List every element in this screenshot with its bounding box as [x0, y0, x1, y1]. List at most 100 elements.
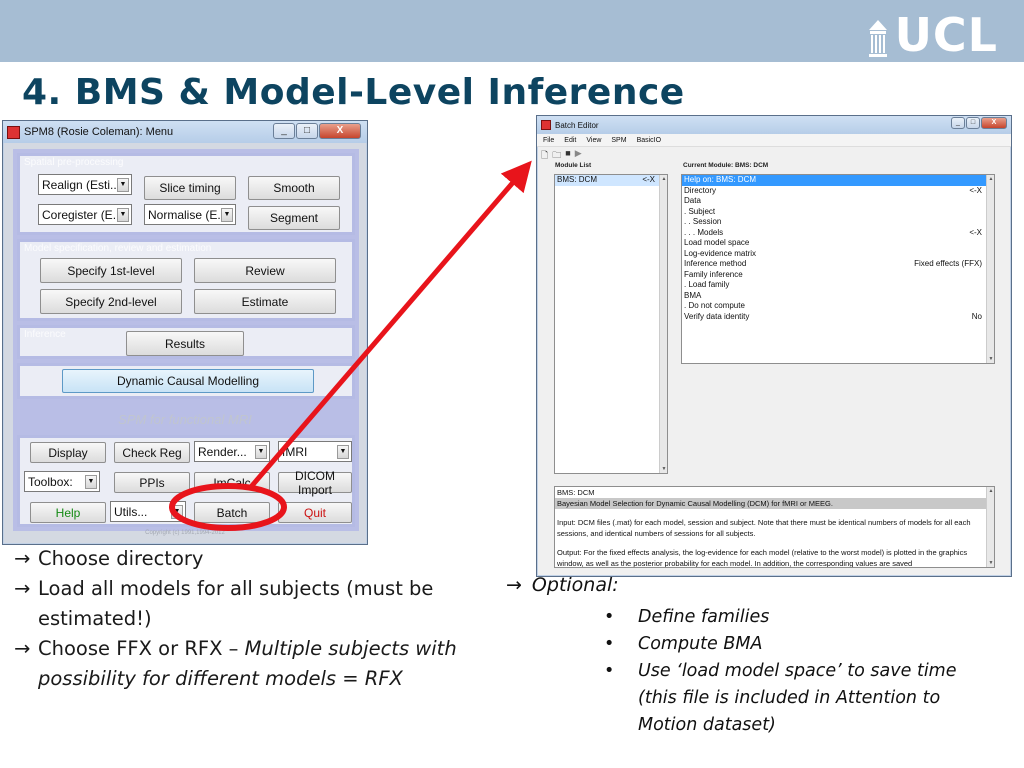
- note-item: → Choose directory: [14, 547, 204, 570]
- help-description-box[interactable]: BMS: DCM Bayesian Model Selection for Dy…: [554, 486, 995, 568]
- chevron-down-icon: ▼: [171, 505, 183, 519]
- optional-item: • Define families: [604, 607, 770, 627]
- field-item[interactable]: BMA: [682, 291, 994, 302]
- toolbox-select[interactable]: Toolbox: ▼: [24, 471, 100, 492]
- note-item: → Choose FFX or RFX – Multiple subjects w…: [14, 637, 457, 690]
- coregister-select[interactable]: Coregister (E... ▼: [38, 204, 132, 225]
- optional-heading: → Optional:: [506, 574, 619, 596]
- chevron-down-icon: ▼: [117, 208, 129, 222]
- review-button[interactable]: Review: [194, 258, 336, 283]
- field-item[interactable]: Directory <-X: [682, 186, 994, 197]
- spm-window-controls: _ □ X: [272, 123, 361, 139]
- model-panel-label: Model specification, review and estimati…: [24, 243, 212, 254]
- field-item[interactable]: Help on: BMS: DCM: [682, 175, 994, 186]
- batch-menu-bar: File Edit View SPM BasicIO: [537, 134, 1011, 147]
- field-item[interactable]: Data: [682, 196, 994, 207]
- left-notes: → Choose directory → Load all models for a…: [14, 544, 494, 694]
- menu-basicio[interactable]: BasicIO: [637, 137, 662, 144]
- save-icon[interactable]: ■: [565, 148, 570, 160]
- module-list-scrollbar[interactable]: ▲ ▼: [659, 175, 667, 473]
- optional-item: • Use ‘load model space’ to save time (th…: [604, 661, 957, 735]
- chevron-down-icon: ▼: [221, 208, 233, 222]
- field-item[interactable]: . Load family: [682, 280, 994, 291]
- scroll-down-icon: ▼: [661, 466, 667, 472]
- description-line: [555, 539, 994, 547]
- open-folder-icon[interactable]: 🗀: [552, 148, 561, 160]
- inference-panel-label: Inference: [24, 329, 66, 340]
- spm-modality-label: SPM for functional MRI: [118, 412, 252, 427]
- minimize-button[interactable]: _: [951, 117, 965, 129]
- minimize-button[interactable]: _: [273, 123, 295, 139]
- menu-file[interactable]: File: [543, 137, 554, 144]
- menu-view[interactable]: View: [586, 137, 601, 144]
- realign-select[interactable]: Realign (Esti... ▼: [38, 174, 132, 195]
- normalise-select[interactable]: Normalise (E... ▼: [144, 204, 236, 225]
- field-item[interactable]: . . Session: [682, 217, 994, 228]
- modality-select[interactable]: fMRI ▼: [278, 441, 352, 462]
- menu-spm[interactable]: SPM: [611, 137, 626, 144]
- batch-button[interactable]: Batch: [194, 502, 270, 523]
- scroll-up-icon: ▲: [988, 176, 994, 182]
- specify-1st-level-button[interactable]: Specify 1st-level: [40, 258, 182, 283]
- copyright-text: Copyright (c) 1991,1994-2012: [145, 530, 225, 536]
- slide-title: 4. BMS & Model-Level Inference: [22, 72, 685, 113]
- ppis-button[interactable]: PPIs: [114, 472, 190, 493]
- module-list-item[interactable]: BMS: DCM <-X: [555, 175, 667, 186]
- fields-scrollbar[interactable]: ▲ ▼: [986, 175, 994, 363]
- field-item[interactable]: Load model space: [682, 238, 994, 249]
- optional-list: • Define families • Compute BMA • Use ‘load…: [604, 604, 984, 739]
- model-panel: Model specification, review and estimati…: [17, 239, 355, 321]
- batch-toolbar: 🗋 🗀 ■ ▶: [541, 148, 582, 160]
- spm-window-title: SPM8 (Rosie Coleman): Menu: [24, 126, 174, 138]
- field-item[interactable]: Family inference: [682, 270, 994, 281]
- field-item[interactable]: Verify data identity No: [682, 312, 994, 323]
- field-item[interactable]: . Do not compute: [682, 301, 994, 312]
- results-button[interactable]: Results: [126, 331, 244, 356]
- description-line: Bayesian Model Selection for Dynamic Cau…: [555, 498, 994, 509]
- description-line: Input: DCM files (.mat) for each model, …: [557, 518, 971, 538]
- field-item[interactable]: . . . Models <-X: [682, 228, 994, 239]
- ucl-logo: UCL: [867, 8, 998, 58]
- menu-edit[interactable]: Edit: [564, 137, 576, 144]
- maximize-button[interactable]: □: [966, 117, 980, 129]
- run-icon[interactable]: ▶: [575, 148, 582, 160]
- quit-button[interactable]: Quit: [278, 502, 352, 523]
- spm-menu-body: Spatial pre-processing Realign (Esti... ▼…: [9, 147, 361, 541]
- chevron-down-icon: ▼: [337, 445, 349, 459]
- description-line: BMS: DCM: [557, 488, 595, 497]
- optional-item: • Compute BMA: [604, 634, 763, 654]
- module-list[interactable]: BMS: DCM <-X ▲ ▼: [554, 174, 668, 474]
- batch-title-bar: Batch Editor: [537, 116, 1011, 134]
- utils-select[interactable]: Utils... ▼: [110, 501, 186, 522]
- close-button[interactable]: X: [319, 123, 361, 139]
- dynamic-causal-modelling-button[interactable]: Dynamic Causal Modelling: [62, 369, 314, 393]
- estimate-button[interactable]: Estimate: [194, 289, 336, 314]
- description-line: [555, 509, 994, 517]
- field-item[interactable]: Log-evidence matrix: [682, 249, 994, 260]
- imcalc-button[interactable]: ImCalc: [194, 472, 270, 493]
- close-button[interactable]: X: [981, 117, 1007, 129]
- help-button[interactable]: Help: [30, 502, 106, 523]
- field-item[interactable]: . Subject: [682, 207, 994, 218]
- portico-icon: [867, 18, 889, 58]
- slice-timing-button[interactable]: Slice timing: [144, 176, 236, 200]
- chevron-down-icon: ▼: [117, 178, 129, 192]
- render-select[interactable]: Render... ▼: [194, 441, 270, 462]
- batch-window-title: Batch Editor: [555, 120, 599, 130]
- smooth-button[interactable]: Smooth: [248, 176, 340, 200]
- dcm-panel: Dynamic Causal Modelling: [17, 363, 355, 399]
- display-button[interactable]: Display: [30, 442, 106, 463]
- segment-button[interactable]: Segment: [248, 206, 340, 230]
- new-file-icon[interactable]: 🗋: [541, 148, 548, 160]
- current-module-fields[interactable]: Help on: BMS: DCM Directory <-X Data . Su…: [681, 174, 995, 364]
- maximize-button[interactable]: □: [296, 123, 318, 139]
- specify-2nd-level-button[interactable]: Specify 2nd-level: [40, 289, 182, 314]
- dicom-import-button[interactable]: DICOM Import: [278, 469, 352, 497]
- check-reg-button[interactable]: Check Reg: [114, 442, 190, 463]
- description-scrollbar[interactable]: ▲ ▼: [986, 487, 994, 567]
- spatial-panel-label: Spatial pre-processing: [24, 157, 124, 168]
- field-item[interactable]: Inference method Fixed effects (FFX): [682, 259, 994, 270]
- current-module-label: Current Module: BMS: DCM: [683, 162, 769, 169]
- scroll-up-icon: ▲: [661, 176, 667, 182]
- inference-panel: Inference Results: [17, 325, 355, 359]
